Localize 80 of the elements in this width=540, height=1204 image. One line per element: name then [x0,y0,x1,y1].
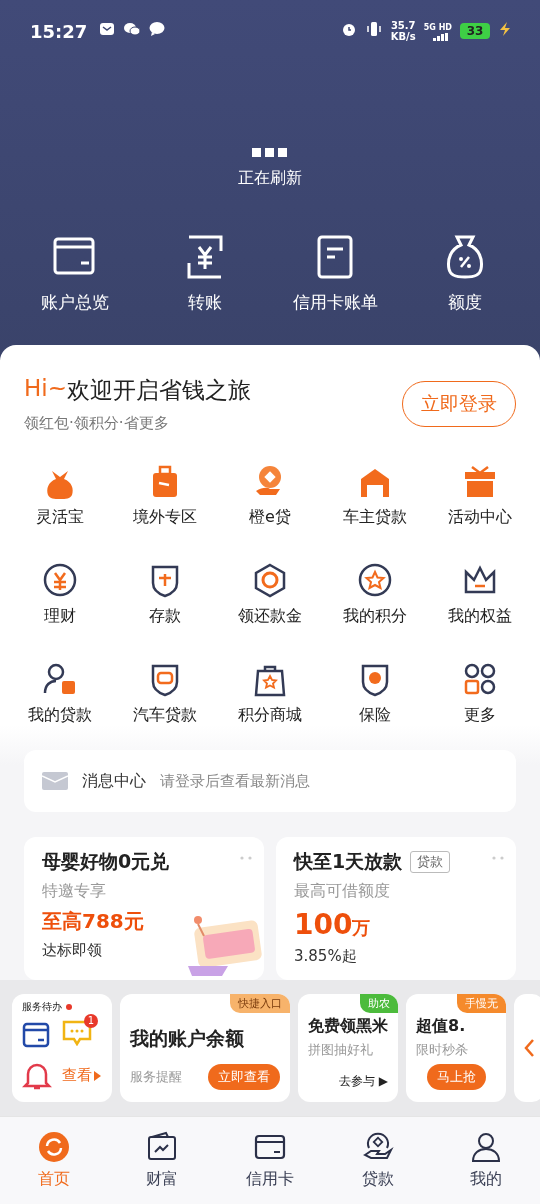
tab[interactable]: 财富 [117,1131,207,1190]
message-hint: 请登录后查看最新消息 [160,771,310,791]
service-item[interactable]: 我的权益 [427,562,532,627]
message-center-bar[interactable]: 消息中心 请登录后查看最新消息 [24,750,516,812]
service-item[interactable]: 存款 [112,562,218,627]
card-tag: 助农 [360,994,398,1013]
card-tag: 快捷入口 [230,994,290,1013]
promo-subtitle: 最高可借额度 [294,881,391,902]
service-item[interactable]: 理财 [8,562,113,627]
mail-icon [99,21,116,37]
welcome-title: 欢迎开启省钱之旅 [66,376,251,405]
person-icon [470,1131,502,1163]
status-dot [66,1004,72,1010]
promo-amount: 100 [294,908,353,941]
status-time: 15:27 [30,20,88,42]
promo-card[interactable]: 母婴好物0元兑 特邀专享 至高788元 达标即领 [24,837,264,980]
service-item[interactable]: 领还款金 [217,562,323,627]
chart-card-icon [146,1131,178,1163]
hexagon-refresh-icon [252,562,288,598]
card-title: 免费领黑米 [308,1016,388,1037]
loading-dots-icon [252,148,288,158]
shortcut-card[interactable]: 助农 免费领黑米 拼图抽好礼 去参与 ▶ [298,994,398,1102]
notification-badge: 1 [84,1013,98,1028]
service-item[interactable]: 汽车贷款 [112,661,218,726]
quick-action[interactable]: 信用卡账单 [275,233,395,314]
battery-level: 33 [460,23,490,39]
promo-card[interactable]: 快至1天放款 贷款 最高可借额度 100万 3.85%起 [276,837,516,980]
speed-unit: KB/s [390,31,416,42]
tab[interactable]: 贷款 [333,1131,423,1190]
play-icon [94,1070,101,1081]
card-subtitle: 服务提醒 [130,1068,182,1086]
service-item[interactable]: 我的积分 [322,562,428,627]
card-subtitle: 拼图抽好礼 [308,1041,374,1059]
yen-coin-icon [42,562,79,598]
star-badge-icon [356,562,393,598]
service-item[interactable]: 境外专区 [112,463,218,528]
join-link[interactable]: 去参与 ▶ [338,1073,388,1090]
service-item[interactable]: 更多 [427,661,532,726]
service-item[interactable]: 灵活宝 [8,463,113,528]
message-center-title: 消息中心 [82,770,146,792]
tab[interactable]: 我的 [441,1131,531,1190]
promo-tag: 贷款 [410,851,451,873]
welcome-subtitle: 领红包·领积分·省更多 [24,414,170,433]
quick-action[interactable]: 账户总览 [15,233,135,314]
card-subtitle: 限时秒杀 [416,1041,469,1059]
promo-title: 母婴好物0元兑 [42,849,170,874]
wallet-icon[interactable] [22,1021,50,1048]
amount-unit: 万 [352,917,371,938]
refresh-icon [38,1131,70,1163]
shortcut-card[interactable]: 快捷入口 我的账户余额 服务提醒 立即查看 [120,994,290,1102]
greeting: Hi~ [24,375,67,403]
shortcut-card[interactable]: 手慢无 超值8. 限时秒杀 马上抢 [406,994,506,1102]
promo-title: 快至1天放款 [294,849,403,874]
promo-footnote: 3.85%起 [294,947,358,966]
card-title: 超值8. [416,1016,467,1037]
chat-bubbles-icon [123,21,142,37]
vibrate-icon [364,21,383,37]
refresh-status: 正在刷新 [238,168,302,189]
todo-title: 服务待办 [22,1000,62,1014]
envelope-icon [42,770,68,792]
service-item[interactable]: 橙e贷 [217,463,323,528]
network-type: 5G HD [423,21,452,33]
quick-action[interactable]: 额度 [405,233,525,314]
service-item[interactable]: 积分商城 [217,661,323,726]
charging-icon [498,21,512,37]
tab[interactable]: 信用卡 [225,1131,315,1190]
service-item[interactable]: 保险 [322,661,428,726]
service-item[interactable]: 车主贷款 [322,463,428,528]
alarm-icon [340,21,357,37]
promo-footnote: 达标即领 [42,941,103,960]
service-item[interactable]: 活动中心 [427,463,532,528]
card-title: 我的账户余额 [130,1026,245,1051]
promo-subtitle: 特邀专享 [42,881,107,902]
network-speed: 35.7 [390,20,416,31]
chevron-left-icon[interactable] [524,1039,534,1057]
promo-amount: 至高788元 [42,909,144,933]
service-item[interactable]: 我的贷款 [8,661,113,726]
quick-action[interactable]: 转账 [145,233,265,314]
message-icon [149,21,166,37]
card-tag: 手慢无 [457,994,506,1013]
